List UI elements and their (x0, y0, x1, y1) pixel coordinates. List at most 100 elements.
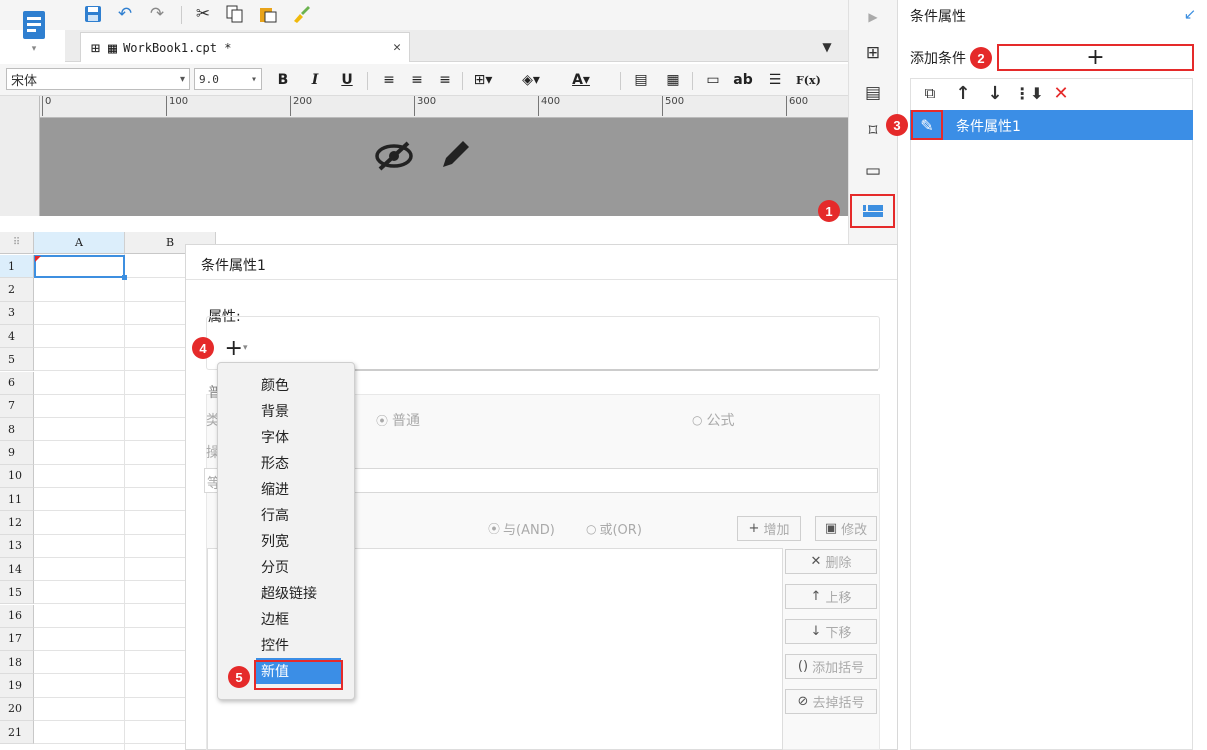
add-bracket-button[interactable]: () 添加括号 (785, 654, 877, 679)
table-row[interactable] (34, 372, 185, 395)
table-row[interactable] (34, 488, 185, 512)
row-header[interactable]: 15 (0, 581, 34, 605)
border-icon[interactable]: ⊞▾ (472, 68, 494, 92)
table-row[interactable] (34, 441, 185, 465)
collapse-icon[interactable]: ↙ (1180, 4, 1200, 24)
table-row[interactable] (34, 418, 185, 442)
radio-normal[interactable]: ⦿ 普通 (376, 410, 420, 430)
menu-item[interactable]: 背景 (261, 399, 343, 423)
expand-icon[interactable]: ▶ (858, 4, 888, 30)
column-header-a[interactable]: A (34, 232, 125, 254)
italic-button[interactable]: I (304, 68, 326, 92)
table-row[interactable] (34, 651, 185, 675)
table-row[interactable] (34, 558, 185, 582)
merge-icon[interactable]: ▤ (630, 68, 652, 92)
delete-button[interactable]: ✕ 删除 (785, 549, 877, 574)
align-left-icon[interactable]: ≡ (378, 68, 400, 92)
row-header[interactable]: 19 (0, 674, 34, 698)
row-header[interactable]: 11 (0, 488, 34, 512)
close-icon[interactable]: ✕ (393, 40, 401, 55)
form-icon[interactable]: ▭ (858, 158, 888, 184)
table-row[interactable] (34, 721, 185, 745)
row-header[interactable]: 18 (0, 651, 34, 675)
row-header[interactable]: 1 (0, 255, 34, 279)
table-row[interactable] (34, 674, 185, 698)
arrow-up-icon[interactable]: ↑ (952, 82, 974, 104)
radio-formula[interactable]: ○ 公式 (692, 410, 734, 430)
cell-attr-icon[interactable]: ⊞ (858, 40, 888, 66)
menu-item[interactable]: 边框 (261, 607, 343, 631)
add-property-button[interactable]: + ▾ (220, 336, 252, 361)
bold-button[interactable]: B (272, 68, 294, 92)
condition-attr-icon[interactable] (858, 198, 888, 224)
radio-and[interactable]: ⦿ 与(AND) (488, 519, 555, 538)
row-header[interactable]: 10 (0, 464, 34, 488)
row-header[interactable]: 9 (0, 441, 34, 465)
table-row[interactable] (34, 348, 185, 372)
row-header[interactable]: 7 (0, 394, 34, 419)
hide-icon[interactable] (372, 136, 416, 176)
row-header[interactable]: 14 (0, 557, 34, 582)
table-row[interactable] (34, 581, 185, 605)
underline-button[interactable]: U (336, 68, 358, 92)
formula-button[interactable]: F(x) (796, 68, 821, 92)
menu-item[interactable]: 形态 (261, 451, 343, 475)
undo-icon[interactable]: ↶ (112, 2, 138, 26)
fill-color-icon[interactable]: ◈▾ (520, 68, 542, 92)
font-color-icon[interactable]: A▾ (570, 68, 592, 92)
row-header[interactable]: 17 (0, 627, 34, 652)
table-row[interactable] (34, 698, 185, 721)
row-header[interactable]: 8 (0, 418, 34, 442)
row-header[interactable]: 13 (0, 534, 34, 558)
move-up-button[interactable]: ↑ 上移 (785, 584, 877, 609)
fill-handle[interactable] (122, 275, 127, 280)
condition-list-item[interactable]: 条件属性1 (910, 110, 1193, 140)
template-menu-icon[interactable]: ▾ (14, 4, 54, 60)
table-row[interactable] (34, 605, 185, 628)
table-row[interactable] (34, 465, 185, 488)
row-header[interactable]: 12 (0, 511, 34, 535)
sort-down-icon[interactable]: ⋮⬇ (1014, 82, 1043, 104)
row-header[interactable]: 5 (0, 348, 34, 372)
row-header[interactable]: 6 (0, 371, 34, 395)
cell-element-icon[interactable]: ▤ (858, 80, 888, 106)
text-icon[interactable]: ab (732, 68, 754, 92)
edit-condition-button[interactable]: ✎ (911, 110, 943, 140)
menu-item[interactable]: 列宽 (261, 529, 343, 553)
align-right-icon[interactable]: ≡ (434, 68, 456, 92)
menu-item[interactable]: 分页 (261, 555, 343, 579)
wrap-icon[interactable]: ☰ (764, 68, 786, 92)
menu-item[interactable]: 控件 (261, 633, 343, 657)
copy-icon[interactable]: ⧉ (918, 82, 942, 104)
pin-icon[interactable]: ▼ (818, 38, 836, 56)
table-row[interactable] (34, 302, 185, 325)
chevron-down-icon[interactable]: ▾ (32, 44, 37, 54)
remove-bracket-button[interactable]: ⊘ 去掉括号 (785, 689, 877, 714)
font-size-select[interactable]: 9.0 ▾ (194, 68, 262, 90)
table-row[interactable] (34, 535, 185, 558)
cut-icon[interactable]: ✂ (190, 2, 216, 26)
font-name-select[interactable]: 宋体 ▾ (6, 68, 190, 90)
row-header[interactable]: 16 (0, 604, 34, 628)
delete-icon[interactable]: ✕ (1050, 82, 1072, 104)
row-header[interactable]: 21 (0, 721, 34, 745)
table-row[interactable] (34, 395, 185, 419)
row-header[interactable]: 20 (0, 697, 34, 721)
selected-cell-a1[interactable] (34, 255, 125, 278)
row-header[interactable]: 2 (0, 278, 34, 302)
table-row[interactable] (34, 628, 185, 652)
modify-button[interactable]: ▣ 修改 (815, 516, 877, 541)
widget-icon[interactable]: ⌑ (858, 118, 888, 144)
add-button[interactable]: + 增加 (737, 516, 801, 541)
select-all-corner[interactable]: ⠿ (0, 232, 34, 254)
textbox-icon[interactable]: ▭ (702, 68, 724, 92)
pencil-icon[interactable] (436, 134, 476, 174)
move-down-button[interactable]: ↓ 下移 (785, 619, 877, 644)
menu-item[interactable]: 超级链接 (261, 581, 343, 605)
table-row[interactable] (34, 278, 185, 302)
paste-icon[interactable] (255, 2, 281, 26)
menu-item[interactable]: 字体 (261, 425, 343, 449)
align-center-icon[interactable]: ≡ (406, 68, 428, 92)
tab-workbook[interactable]: ⊞ ▦ WorkBook1.cpt * ✕ (80, 32, 410, 62)
format-brush-icon[interactable] (288, 2, 314, 26)
